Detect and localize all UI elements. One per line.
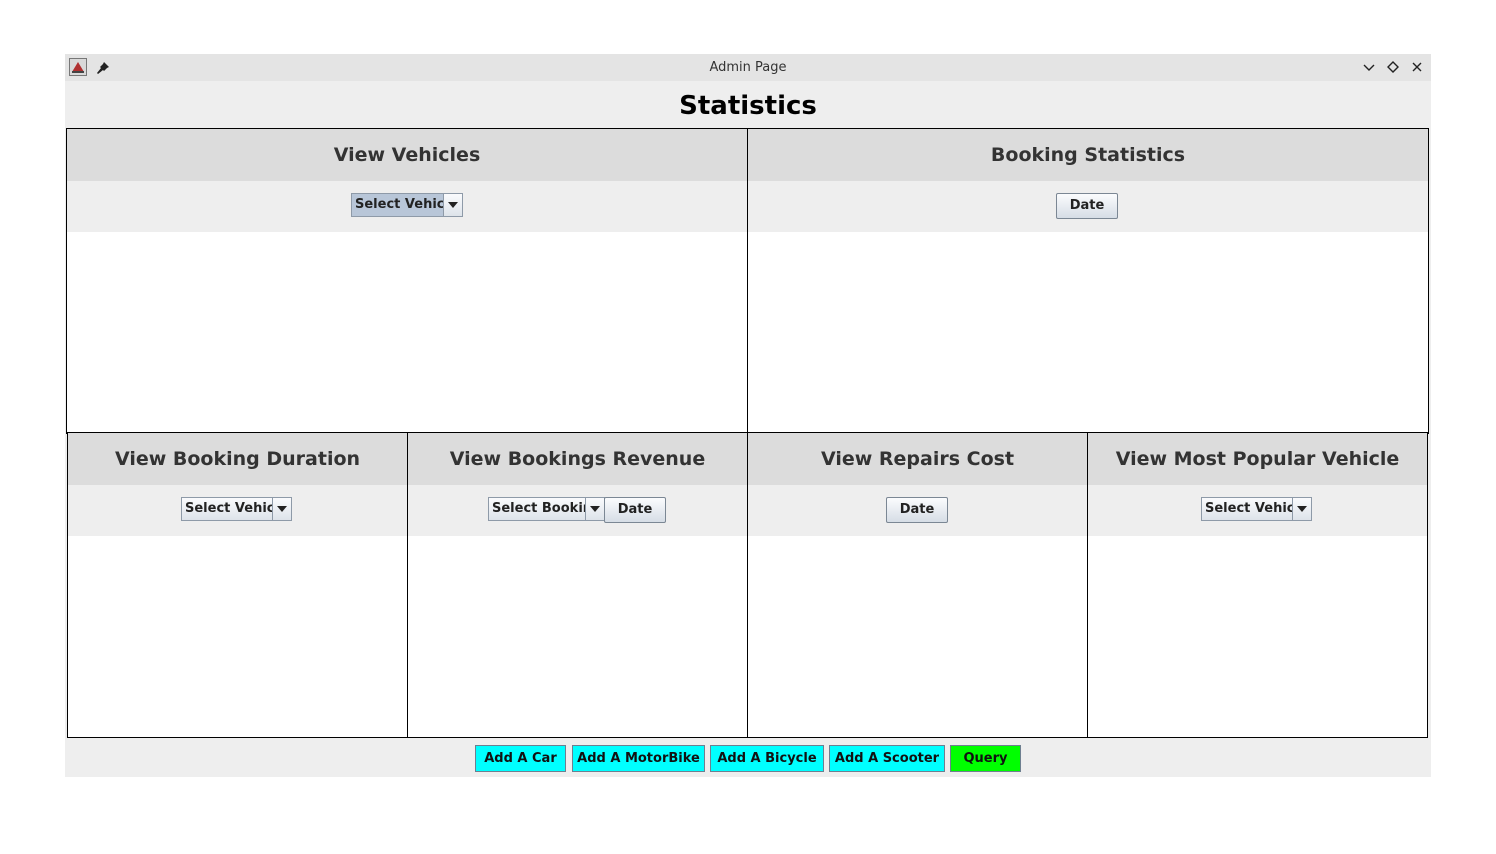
view-vehicles-panel: View Vehicles Select Vehicle — [66, 128, 748, 434]
chevron-down-icon[interactable] — [443, 194, 462, 216]
action-bar: Add A Car Add A MotorBike Add A Bicycle … — [65, 738, 1431, 777]
select-booking-combo[interactable]: Select Booking — [488, 497, 605, 521]
bookings-revenue-panel: View Bookings Revenue Select Booking Dat… — [407, 432, 748, 738]
panel-title: View Repairs Cost — [748, 433, 1087, 485]
date-button[interactable]: Date — [886, 497, 948, 523]
panel-controls: Select Vehicle — [1088, 485, 1427, 536]
select-vehicle-combo[interactable]: Select Vehicle — [181, 497, 292, 521]
date-button[interactable]: Date — [604, 497, 666, 523]
chevron-down-icon[interactable] — [272, 498, 291, 520]
add-car-button[interactable]: Add A Car — [475, 745, 566, 772]
panel-title: View Booking Duration — [68, 433, 407, 485]
chevron-down-icon[interactable] — [1292, 498, 1311, 520]
close-icon[interactable] — [1409, 59, 1425, 75]
title-bar[interactable]: Admin Page — [65, 54, 1431, 81]
repairs-cost-panel: View Repairs Cost Date — [747, 432, 1088, 738]
panel-title: Booking Statistics — [748, 129, 1428, 181]
window-title: Admin Page — [709, 60, 787, 75]
booking-duration-panel: View Booking Duration Select Vehicle — [67, 432, 408, 738]
chevron-down-icon[interactable] — [585, 498, 604, 520]
panel-controls: Date — [748, 485, 1087, 536]
panel-controls: Select Vehicle — [67, 181, 747, 232]
admin-window: Admin Page Statistics View Vehicles Sele… — [65, 54, 1431, 777]
add-scooter-button[interactable]: Add A Scooter — [829, 745, 945, 772]
maximize-icon[interactable] — [1385, 59, 1401, 75]
panel-controls: Select Vehicle — [68, 485, 407, 536]
add-bicycle-button[interactable]: Add A Bicycle — [710, 745, 824, 772]
date-button[interactable]: Date — [1056, 193, 1118, 219]
minimize-icon[interactable] — [1361, 59, 1377, 75]
booking-statistics-panel: Booking Statistics Date — [747, 128, 1429, 434]
select-vehicle-combo[interactable]: Select Vehicle — [351, 193, 463, 217]
most-popular-vehicle-panel: View Most Popular Vehicle Select Vehicle — [1087, 432, 1428, 738]
panel-title: View Vehicles — [67, 129, 747, 181]
add-motorbike-button[interactable]: Add A MotorBike — [572, 745, 705, 772]
panel-title: View Bookings Revenue — [408, 433, 747, 485]
query-button[interactable]: Query — [950, 745, 1021, 772]
panel-controls: Select Booking Date — [408, 485, 747, 536]
page-title: Statistics — [679, 91, 817, 121]
select-vehicle-combo[interactable]: Select Vehicle — [1201, 497, 1312, 521]
panel-title: View Most Popular Vehicle — [1088, 433, 1427, 485]
panel-controls: Date — [748, 181, 1428, 232]
